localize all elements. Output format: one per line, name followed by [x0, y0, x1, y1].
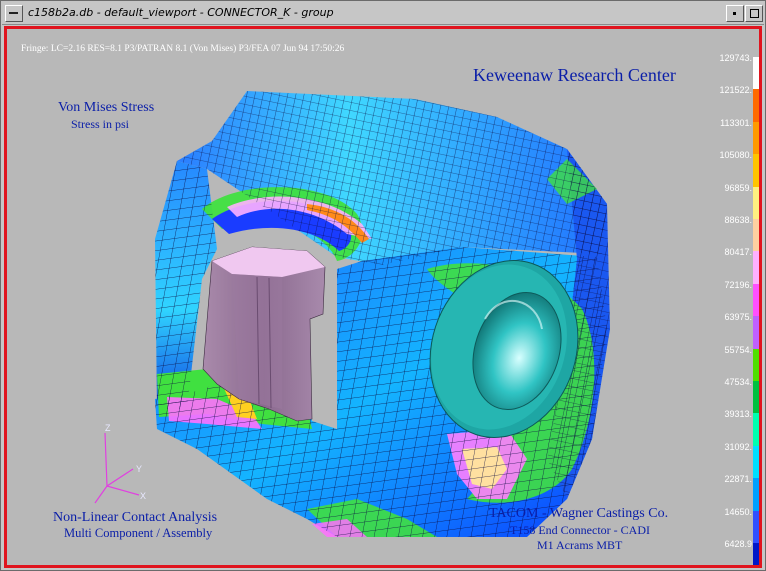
legend-value: 31092.: [724, 441, 752, 452]
title-bar[interactable]: c158b2a.db - default_viewport - CONNECTO…: [2, 2, 764, 25]
legend-swatch: [753, 186, 759, 219]
customer-line-2: M1 Acrams MBT: [537, 538, 623, 552]
legend-value: 80417.: [724, 247, 752, 258]
legend-swatch: [753, 57, 759, 90]
maximize-icon[interactable]: [745, 5, 763, 22]
axis-y-label: Y: [136, 464, 142, 474]
legend-swatch: [753, 89, 759, 122]
legend-swatch: [753, 251, 759, 284]
legend-value: 88638.: [724, 215, 752, 225]
graphics-viewport[interactable]: Z Y X Fringe: LC=2.16 RES=8.1 P3/PATRAN …: [4, 26, 762, 568]
legend-value: 129743.: [719, 53, 752, 63]
legend-value: 121522.: [719, 85, 752, 96]
legend-value: 105080.: [719, 150, 752, 161]
analysis-title: Non-Linear Contact Analysis: [53, 510, 218, 525]
result-title: Von Mises Stress: [58, 100, 155, 115]
legend-value: 55754.: [724, 344, 752, 355]
legend-swatch: [753, 219, 759, 252]
legend-value: 47534.: [724, 377, 752, 387]
axis-z-label: Z: [105, 423, 111, 433]
legend-swatch: [753, 381, 759, 414]
organization-title: Keweenaw Research Center: [473, 65, 676, 85]
legend-value: 72196.: [724, 279, 752, 290]
legend-swatch: [753, 154, 759, 187]
legend-swatch: [753, 478, 759, 511]
color-scale-legend: 129743. 121522. 113301. 105080. 96859. 88638.…: [713, 29, 759, 565]
legend-swatch: [753, 543, 759, 565]
legend-swatch: [753, 413, 759, 446]
legend-value: 22871.: [724, 474, 752, 485]
axis-x-label: X: [140, 491, 146, 501]
legend-value: 14650.: [724, 506, 752, 517]
window-title: c158b2a.db - default_viewport - CONNECTO…: [28, 6, 334, 19]
legend-value: 39313.: [724, 409, 752, 420]
legend-value: 96859.: [724, 182, 752, 193]
customer-line-1: T158 End Connector - CADI: [510, 523, 650, 537]
legend-swatch: [753, 510, 759, 543]
application-window: c158b2a.db - default_viewport - CONNECTO…: [0, 0, 766, 571]
analysis-subtitle: Multi Component / Assembly: [64, 526, 213, 540]
legend-swatch: [753, 316, 759, 349]
window-menu-icon[interactable]: [5, 5, 23, 22]
minimize-icon[interactable]: [726, 5, 744, 22]
fringe-range-info: Fringe: LC=2.16 RES=8.1 P3/PATRAN 8.1 (V…: [21, 44, 345, 54]
legend-value: 63975.: [724, 312, 752, 323]
customer-title: TACOM - Wagner Castings Co.: [489, 506, 669, 521]
result-units: Stress in psi: [71, 117, 130, 131]
legend-swatch: [753, 121, 759, 155]
legend-swatch: [753, 283, 759, 317]
legend-value: 6428.9: [724, 539, 752, 549]
legend-swatch: [753, 445, 759, 479]
legend-value: 113301.: [720, 117, 752, 128]
legend-swatch: [753, 348, 759, 381]
